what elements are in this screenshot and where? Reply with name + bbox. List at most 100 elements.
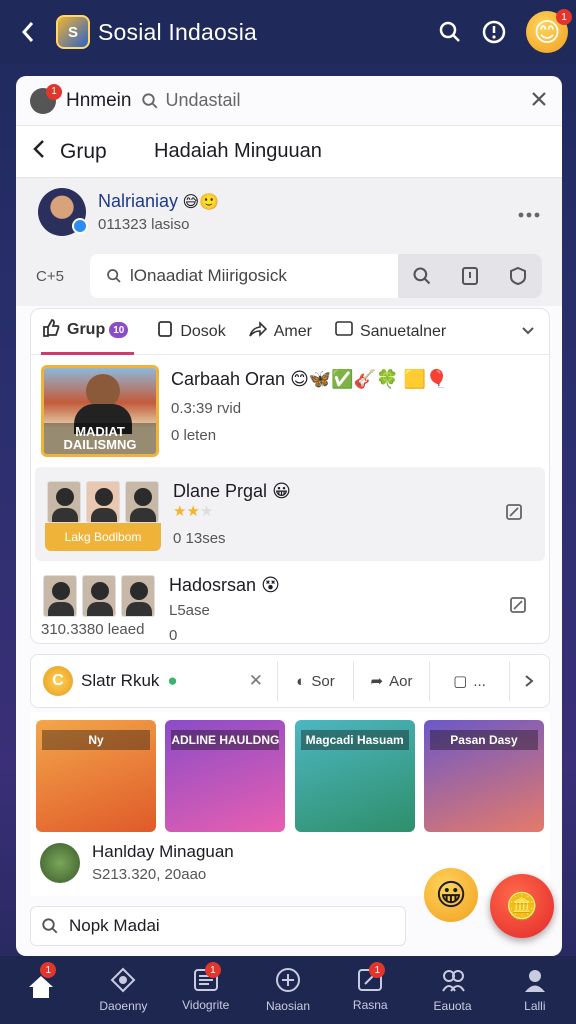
group-search-input[interactable]: lOnaadiat Miirigosick	[90, 254, 398, 298]
gallery-tile[interactable]: Pasan Dasy	[423, 720, 544, 832]
search-query[interactable]: Undastail	[165, 90, 240, 111]
nav-badge: 1	[204, 962, 221, 978]
tab-bar: Grup 10 Dosok Amer Sanuetalner	[31, 309, 549, 355]
nav-item[interactable]: Lalli	[494, 956, 576, 1024]
gallery-meta: S213.320, 20aao	[92, 866, 207, 883]
post-count: 0 13ses	[173, 530, 226, 547]
next-button[interactable]	[509, 661, 547, 701]
shortcut-seg-2[interactable]: ➦ Aor	[353, 661, 429, 701]
close-button[interactable]	[530, 87, 548, 115]
tile-label: Ny	[42, 730, 150, 750]
gallery-tile[interactable]: ADLINE HAULDNG	[165, 720, 286, 832]
post-thumbnail[interactable]: Lakg Bodlbom	[45, 477, 161, 551]
bottom-search-text: Nopk Madai	[69, 916, 160, 935]
profile-icon	[524, 970, 545, 992]
search-icon	[42, 918, 58, 934]
tile-label: Magcadi Hasuam	[300, 730, 409, 750]
shortcut-seg-1[interactable]: ◐ Sor	[277, 661, 353, 701]
nav-item[interactable]: Naosian	[247, 956, 329, 1024]
person-image	[125, 481, 159, 523]
nav-home[interactable]: 1	[0, 956, 82, 1024]
person-image	[47, 481, 81, 523]
nav-label: Vidogrite	[182, 998, 230, 1012]
shortcut-main[interactable]: C Slatr Rkuk ● ✕	[31, 666, 277, 696]
gallery-tiles: Ny ADLINE HAULDNG Magcadi Hasuam Pasan D…	[30, 712, 550, 832]
edit-icon	[506, 503, 522, 520]
user-row: Nalrianiay 😅🙂 011323 lasiso	[16, 178, 562, 246]
chevron-left-icon	[21, 22, 34, 42]
gallery-tile[interactable]: Ny	[36, 720, 156, 832]
shortcut-seg-3[interactable]: ▢...	[429, 661, 509, 701]
nav-item[interactable]: Daoenny	[82, 956, 164, 1024]
thumbs-up-icon	[41, 318, 61, 343]
tab-dosok[interactable]: Dosok	[156, 309, 226, 355]
share-icon	[248, 320, 268, 343]
user-name: Hnmein	[66, 89, 132, 111]
nav-label: Naosian	[265, 999, 310, 1013]
bottom-search-input[interactable]: Nopk Madai	[30, 906, 406, 946]
tab-amer[interactable]: Amer	[248, 309, 312, 355]
thumbnail-caption: Lakg Bodlbom	[45, 523, 161, 551]
home-icon	[29, 976, 54, 998]
user-emoji: 😅🙂	[182, 194, 220, 211]
post-info: Carbaah Oran 😊🦋✅🎸🍀 🟨🎈 0.3:39 rvid 0 lete…	[171, 365, 448, 457]
post-count: 0 leten	[171, 427, 217, 444]
nav-item[interactable]: Vidogrite 1	[165, 956, 247, 1024]
edit-button[interactable]	[509, 596, 527, 619]
chevron-right-icon	[524, 675, 534, 687]
post-thumbnail[interactable]	[41, 571, 157, 617]
toolbar-lead-label[interactable]: C+5	[36, 268, 90, 285]
top-app-bar: S Sosial Indaosia 😊 1	[0, 0, 576, 64]
compass-icon	[275, 968, 300, 992]
chevron-left-icon	[33, 139, 44, 158]
post-item[interactable]: Lakg Bodlbom Dlane Prgal 😀 ★★★ 0 13ses	[35, 467, 545, 561]
post-item[interactable]: 310.3380 leaed Hadosrsan 😵 L5ase 0	[31, 561, 549, 643]
shield-button[interactable]	[494, 266, 542, 286]
tab-grup[interactable]: Grup 10	[41, 309, 135, 355]
back-button[interactable]	[32, 139, 46, 165]
back-button[interactable]	[0, 0, 56, 64]
bottom-nav: 1 Daoenny Vidogrite 1 Naosian Rasna 1 Ea…	[0, 956, 576, 1024]
user-name[interactable]: Nalrianiay	[98, 191, 178, 211]
expand-button[interactable]	[521, 323, 535, 341]
search-row: 1 Hnmein Undastail	[16, 76, 562, 126]
collapse-icon[interactable]: ✕	[249, 671, 263, 691]
post-title: Dlane Prgal	[173, 481, 268, 501]
search-icon	[439, 21, 460, 42]
group-label[interactable]: Grup	[60, 140, 154, 164]
group-avatar[interactable]	[40, 842, 80, 883]
tab-sanuetalner[interactable]: Sanuetalner	[334, 309, 446, 355]
post-item[interactable]: MADIAT DAILISMNG Carbaah Oran 😊🦋✅🎸🍀 🟨🎈 0…	[31, 355, 549, 467]
profile-avatar[interactable]: 😊 1	[526, 9, 572, 53]
chevron-down-icon	[522, 326, 534, 334]
post-emoji: 😵	[261, 575, 280, 595]
more-button[interactable]	[518, 201, 540, 224]
user-avatar[interactable]: 1	[30, 83, 62, 114]
seg-label: ...	[473, 672, 486, 690]
tab-label: Grup	[67, 321, 106, 338]
verified-icon	[72, 218, 88, 234]
square-icon: ▢	[453, 673, 468, 690]
edit-button[interactable]	[505, 503, 523, 526]
user-subtitle: 011323 lasiso	[98, 216, 190, 233]
coin-mascot-button[interactable]: 😀	[424, 868, 478, 922]
thumbnail-caption: MADIAT DAILISMNG	[44, 422, 156, 454]
search-button[interactable]	[398, 266, 446, 286]
post-meta: L5ase	[169, 602, 210, 619]
tab-label: Dosok	[180, 322, 226, 340]
bookmark-button[interactable]	[446, 266, 494, 286]
gallery-title[interactable]: Hanlday Minaguan	[92, 842, 234, 862]
nav-item[interactable]: Rasna 1	[329, 956, 411, 1024]
notifications-button[interactable]	[472, 10, 516, 54]
nav-item[interactable]: Eauota	[411, 956, 493, 1024]
post-thumbnail[interactable]: MADIAT DAILISMNG	[41, 365, 159, 457]
search-button[interactable]	[428, 10, 472, 54]
search-icon	[413, 267, 431, 285]
people-icon	[441, 970, 465, 992]
location-icon: ●	[167, 671, 178, 690]
search-text: lOnaadiat Miirigosick	[130, 266, 287, 285]
post-date: 310.3380 leaed	[41, 621, 145, 638]
user-avatar[interactable]	[38, 188, 88, 236]
floating-action-button[interactable]: 🪙	[490, 874, 554, 938]
gallery-tile[interactable]: Magcadi Hasuam	[294, 720, 415, 832]
